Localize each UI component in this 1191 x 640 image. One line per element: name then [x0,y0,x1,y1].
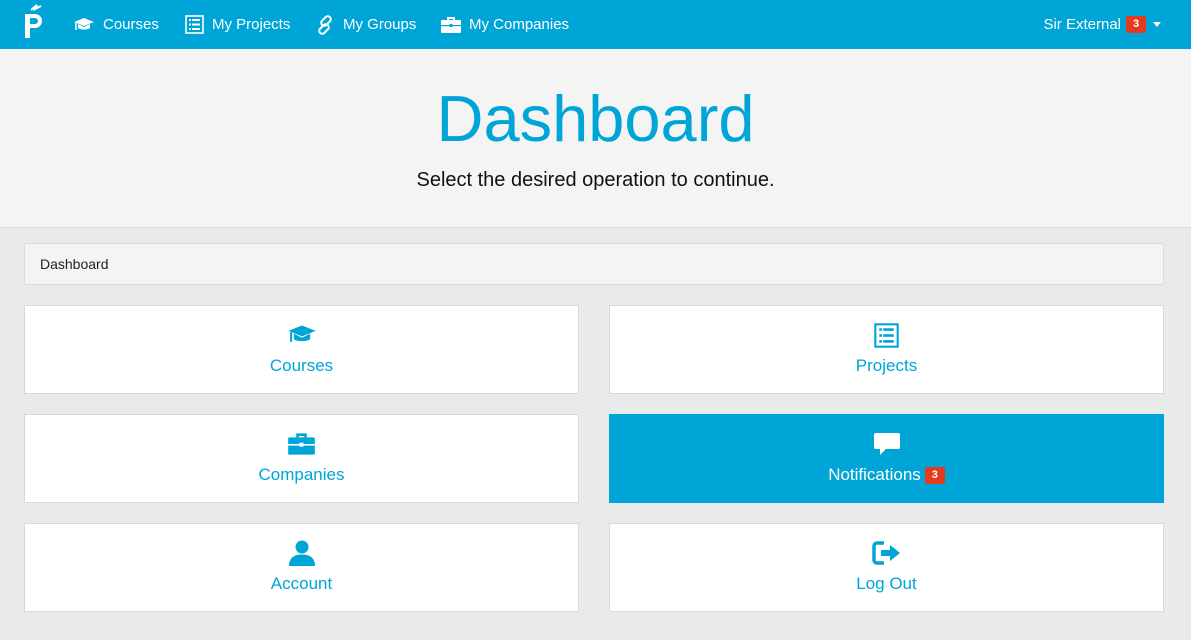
page-subtitle: Select the desired operation to continue… [416,169,775,191]
breadcrumb-current: Dashboard [40,256,109,272]
nav-my-groups-label: My Groups [343,16,417,33]
user-name: Sir External [1043,16,1121,33]
breadcrumb: Dashboard [24,243,1164,285]
notification-badge: 3 [1126,16,1146,33]
user-icon [288,540,315,566]
tile-account-label: Account [270,574,333,593]
comment-icon [873,433,900,455]
list-icon [185,15,204,34]
nav-my-companies[interactable]: My Companies [441,0,569,49]
tile-notifications-label: Notifications 3 [610,465,1163,486]
tile-notifications-text: Notifications [828,465,921,484]
tile-account[interactable]: Account [24,523,579,612]
user-menu[interactable]: Sir External 3 [1043,0,1161,49]
page-header: Dashboard Select the desired operation t… [0,49,1191,228]
tile-projects-label: Projects [855,356,918,375]
logo-p-icon[interactable] [22,2,48,42]
tile-courses-label: Courses [269,356,334,375]
graduation-cap-icon [74,17,94,30]
notifications-count-badge: 3 [924,467,945,484]
tile-log-out[interactable]: Log Out [609,523,1164,612]
page-title: Dashboard [436,82,755,155]
nav-my-companies-label: My Companies [469,16,570,33]
nav-my-projects-label: My Projects [212,16,291,33]
nav-my-groups[interactable]: My Groups [315,0,416,49]
nav-my-projects[interactable]: My Projects [185,0,290,49]
tile-companies[interactable]: Companies [24,414,579,503]
top-navbar: Courses My Projects My Groups My Compani… [0,0,1191,49]
nav-courses[interactable]: Courses [73,0,159,49]
logout-icon [871,541,900,565]
list-icon [874,322,899,348]
tile-projects[interactable]: Projects [609,305,1164,394]
briefcase-icon [288,433,315,455]
chevron-down-icon [1153,22,1161,27]
graduation-cap-icon [287,325,316,342]
link-icon [318,14,332,35]
tile-log-out-label: Log Out [856,574,917,593]
tile-companies-label: Companies [258,465,345,484]
tile-notifications[interactable]: Notifications 3 [609,414,1164,503]
tile-courses[interactable]: Courses [24,305,579,394]
nav-courses-label: Courses [103,16,159,33]
briefcase-icon [441,16,461,33]
